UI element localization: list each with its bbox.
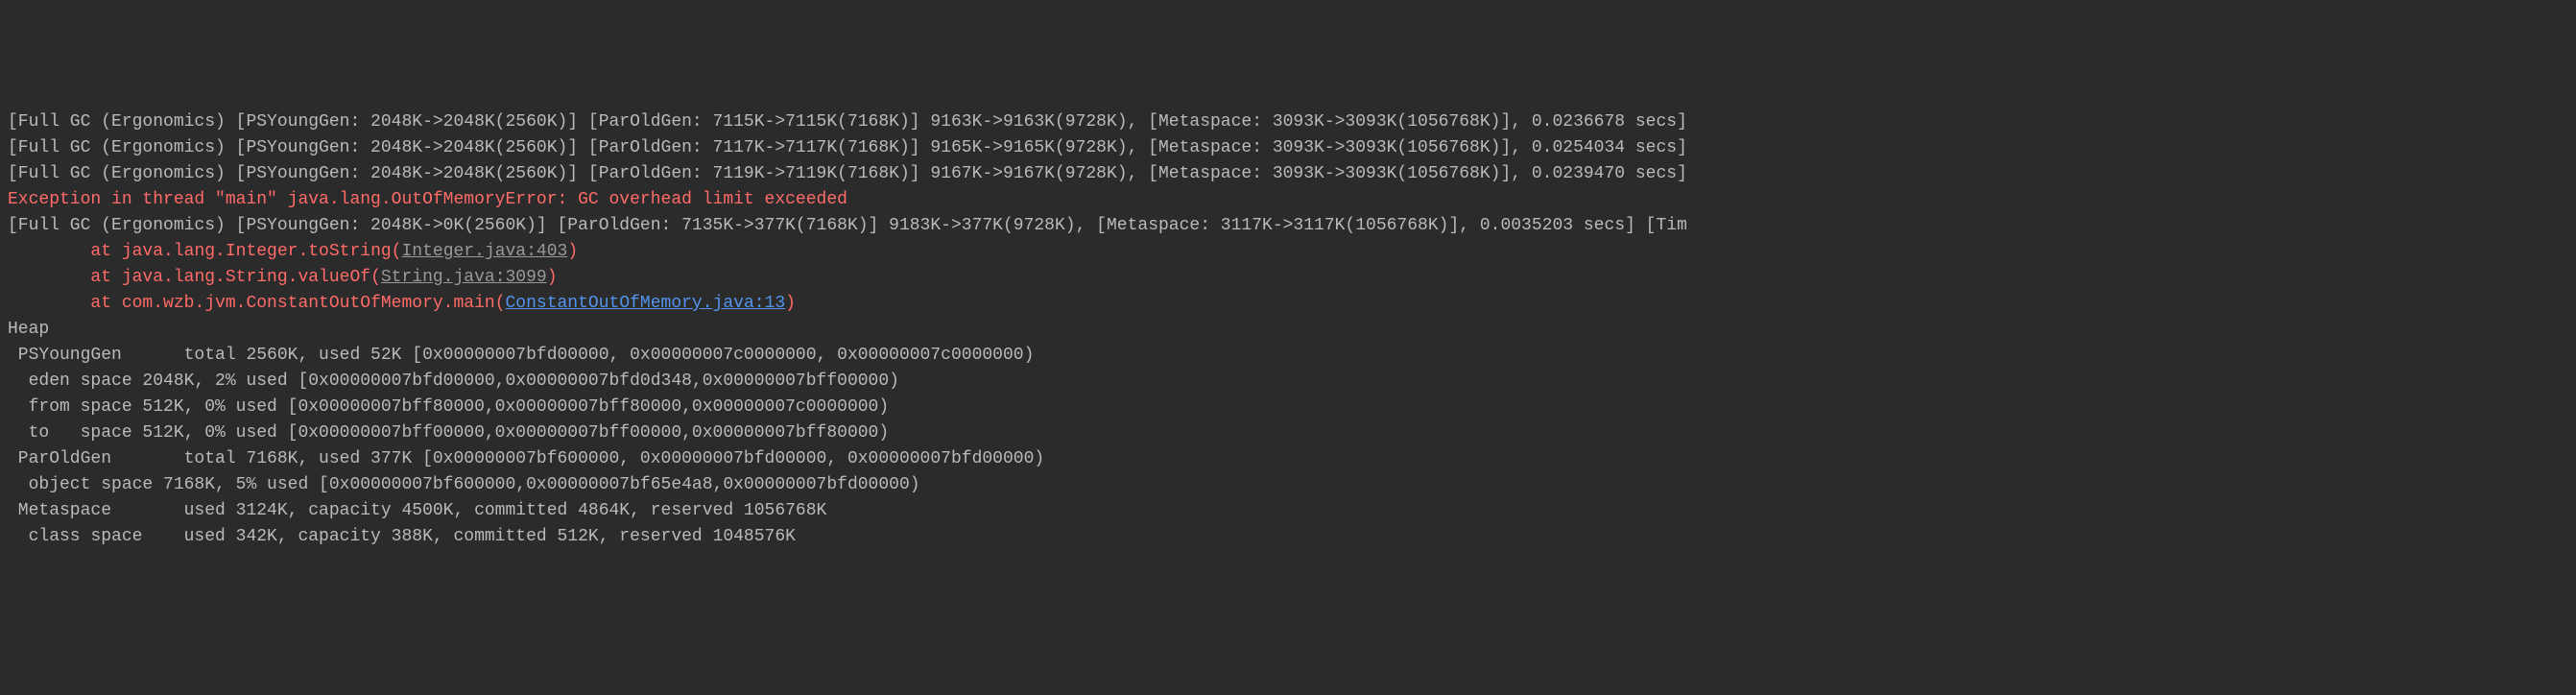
heap-line: class space used 342K, capacity 388K, co… xyxy=(8,524,2568,550)
heap-line: ParOldGen total 7168K, used 377K [0x0000… xyxy=(8,446,2568,472)
heap-line: eden space 2048K, 2% used [0x00000007bfd… xyxy=(8,369,2568,395)
stack-frame-prefix: at java.lang.String.valueOf( xyxy=(8,268,381,287)
stack-frame: at com.wzb.jvm.ConstantOutOfMemory.main(… xyxy=(8,291,2568,317)
gc-log-line: [Full GC (Ergonomics) [PSYoungGen: 2048K… xyxy=(8,135,2568,161)
stack-frame-suffix: ) xyxy=(547,268,558,287)
heap-line: from space 512K, 0% used [0x00000007bff8… xyxy=(8,395,2568,420)
stack-frame-suffix: ) xyxy=(567,242,578,261)
stack-frame: at java.lang.Integer.toString(Integer.ja… xyxy=(8,239,2568,265)
gc-log-line: [Full GC (Ergonomics) [PSYoungGen: 2048K… xyxy=(8,109,2568,135)
gc-log-line: [Full GC (Ergonomics) [PSYoungGen: 2048K… xyxy=(8,161,2568,187)
gc-log-line: [Full GC (Ergonomics) [PSYoungGen: 2048K… xyxy=(8,213,2568,239)
heap-header: Heap xyxy=(8,317,2568,343)
console-output: [Full GC (Ergonomics) [PSYoungGen: 2048K… xyxy=(8,109,2568,550)
exception-header: Exception in thread "main" java.lang.Out… xyxy=(8,187,2568,213)
heap-line: Metaspace used 3124K, capacity 4500K, co… xyxy=(8,498,2568,524)
source-link[interactable]: Integer.java:403 xyxy=(401,242,567,261)
stack-frame-suffix: ) xyxy=(785,294,796,313)
source-link[interactable]: String.java:3099 xyxy=(381,268,547,287)
heap-line: object space 7168K, 5% used [0x00000007b… xyxy=(8,472,2568,498)
heap-line: to space 512K, 0% used [0x00000007bff000… xyxy=(8,420,2568,446)
source-link[interactable]: ConstantOutOfMemory.java:13 xyxy=(506,294,786,313)
stack-frame-prefix: at com.wzb.jvm.ConstantOutOfMemory.main( xyxy=(8,294,506,313)
stack-frame-prefix: at java.lang.Integer.toString( xyxy=(8,242,401,261)
stack-frame: at java.lang.String.valueOf(String.java:… xyxy=(8,265,2568,291)
heap-line: PSYoungGen total 2560K, used 52K [0x0000… xyxy=(8,343,2568,369)
